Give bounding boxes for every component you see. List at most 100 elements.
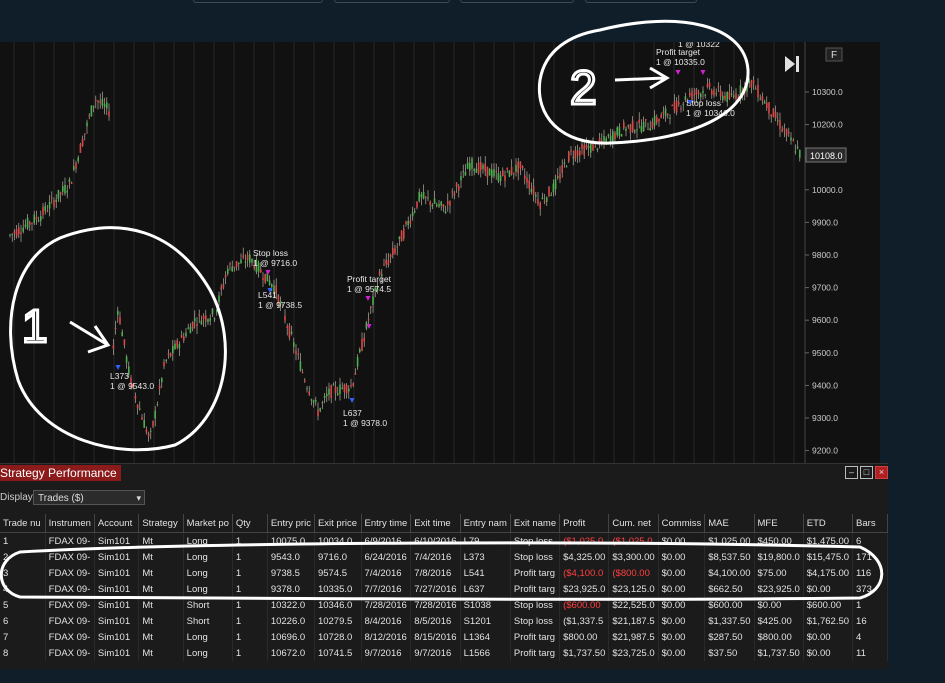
toolbar-tab[interactable] [193,0,323,3]
table-cell: Mt [138,565,184,581]
table-cell: Profit targ [510,629,561,645]
table-cell: Profit targ [510,565,561,581]
table-cell: $8,537.50 [704,549,755,565]
table-cell: 1 [232,549,268,565]
table-cell: 8/15/2016 [410,629,461,645]
top-toolbar [0,0,945,42]
table-cell: 10672.0 [267,645,315,661]
trade-marker-label: Profit target [347,274,392,284]
table-cell: ($4,100.0 [559,565,610,581]
table-cell: 7/28/2016 [361,597,412,613]
table-cell: Mt [138,532,184,549]
toolbar-tab[interactable] [585,0,697,3]
table-cell: $0.00 [803,629,854,645]
display-row: Display Trades ($) ▾ [0,490,145,505]
table-cell: $1,475.00 [803,532,854,549]
table-cell: 1 [232,565,268,581]
trades-table: Trade nu Instrumen Account Strategy Market p… [0,514,888,661]
table-cell: Sim101 [94,613,140,629]
table-cell: $1,737.50 [559,645,610,661]
table-cell: 16 [852,613,888,629]
table-cell: $450.00 [754,532,804,549]
table-cell: Short [183,613,233,629]
maximize-icon[interactable]: □ [860,466,873,479]
window-controls: – □ × [845,466,888,479]
table-cell: Mt [138,549,184,565]
table-cell: $75.00 [754,565,804,581]
table-cell: $23,125.0 [608,581,659,597]
trade-marker-label: Stop loss [253,248,288,258]
table-cell: Long [183,629,233,645]
chevron-down-icon: ▾ [136,493,141,503]
table-cell: L79 [460,532,511,549]
table-cell: $1,762.50 [803,613,854,629]
column-header[interactable]: Entry nam [460,514,511,533]
table-cell: ($1,337.5 [559,613,610,629]
column-header[interactable]: Commiss [658,514,706,533]
table-cell: 6 [852,532,888,549]
column-header[interactable]: Market po [183,514,233,533]
price-chart[interactable]: 10300.010200.010100.010000.09900.09800.0… [0,42,880,463]
table-cell: Sim101 [94,597,140,613]
table-cell: FDAX 09- [45,629,95,645]
table-cell: 10346.0 [314,597,362,613]
display-dropdown[interactable]: Trades ($) ▾ [33,490,145,505]
table-cell: 7/7/2016 [361,581,412,597]
column-header[interactable]: Account [94,514,140,533]
toolbar-tab[interactable] [334,0,450,3]
table-cell: 1 [852,597,888,613]
table-cell: L1364 [460,629,511,645]
table-cell: 10226.0 [267,613,315,629]
table-cell: 1 [232,645,268,661]
column-header[interactable]: Exit time [410,514,461,533]
table-row[interactable]: 2 FDAX 09- Sim101 Mt Long 1 9543.0 9716.0 6/24/2… [0,549,888,565]
f-button[interactable]: F [825,47,843,62]
table-cell: FDAX 09- [45,597,95,613]
close-icon[interactable]: × [875,466,888,479]
table-row[interactable]: 4 FDAX 09- Sim101 Mt Long 1 9378.0 10335.0 7/7/2… [0,581,888,597]
price-tick-label: 9400.0 [812,380,838,390]
table-row[interactable]: 3 FDAX 09- Sim101 Mt Long 1 9738.5 9574.5 7/4/20… [0,565,888,581]
column-header[interactable]: Instrumen [45,514,95,533]
table-cell: $21,187.5 [608,613,659,629]
table-row[interactable]: 1 FDAX 09- Sim101 Mt Long 1 10075.0 10034.0 6/9/… [0,532,888,549]
table-cell: $23,725.0 [608,645,659,661]
table-cell: 10322.0 [267,597,315,613]
table-cell: Stop loss [510,549,561,565]
table-cell: Long [183,581,233,597]
column-header[interactable]: Bars [852,514,888,533]
table-cell: $1,337.50 [704,613,755,629]
table-cell: $37.50 [704,645,755,661]
column-header[interactable]: Exit price [314,514,362,533]
price-tick-label: 10200.0 [812,120,843,130]
column-header[interactable]: Trade nu [0,514,46,533]
column-header[interactable]: Qty [232,514,268,533]
table-cell: 171 [852,549,888,565]
table-cell: 1 [232,532,268,549]
table-cell: 6 [0,613,46,629]
table-row[interactable]: 5 FDAX 09- Sim101 Mt Short 1 10322.0 10346.0 7/2… [0,597,888,613]
table-cell: ($800.00 [608,565,659,581]
toolbar-tab[interactable] [460,0,574,3]
table-cell: Long [183,549,233,565]
table-cell: Long [183,645,233,661]
minimize-icon[interactable]: – [845,466,858,479]
trade-marker-label: 1 @ 9543.0 [110,381,154,391]
column-header[interactable]: Strategy [138,514,184,533]
table-cell: $19,800.0 [754,549,804,565]
column-header[interactable]: Entry time [361,514,412,533]
column-header[interactable]: MAE [704,514,755,533]
column-header[interactable]: Exit name [510,514,561,533]
table-cell: 7/4/2016 [410,549,461,565]
column-header[interactable]: ETD [803,514,854,533]
table-row[interactable]: 7 FDAX 09- Sim101 Mt Long 1 10696.0 10728.0 8/12… [0,629,888,645]
column-header[interactable]: Profit [559,514,610,533]
table-row[interactable]: 8 FDAX 09- Sim101 Mt Long 1 10672.0 10741.5 9/7/… [0,645,888,661]
trade-marker-label: L373 [110,371,129,381]
column-header[interactable]: Cum. net [608,514,659,533]
column-header[interactable]: MFE [754,514,804,533]
table-cell: $0.00 [658,645,706,661]
table-cell: 1 [232,629,268,645]
table-row[interactable]: 6 FDAX 09- Sim101 Mt Short 1 10226.0 10279.5 8/4… [0,613,888,629]
column-header[interactable]: Entry pric [267,514,315,533]
